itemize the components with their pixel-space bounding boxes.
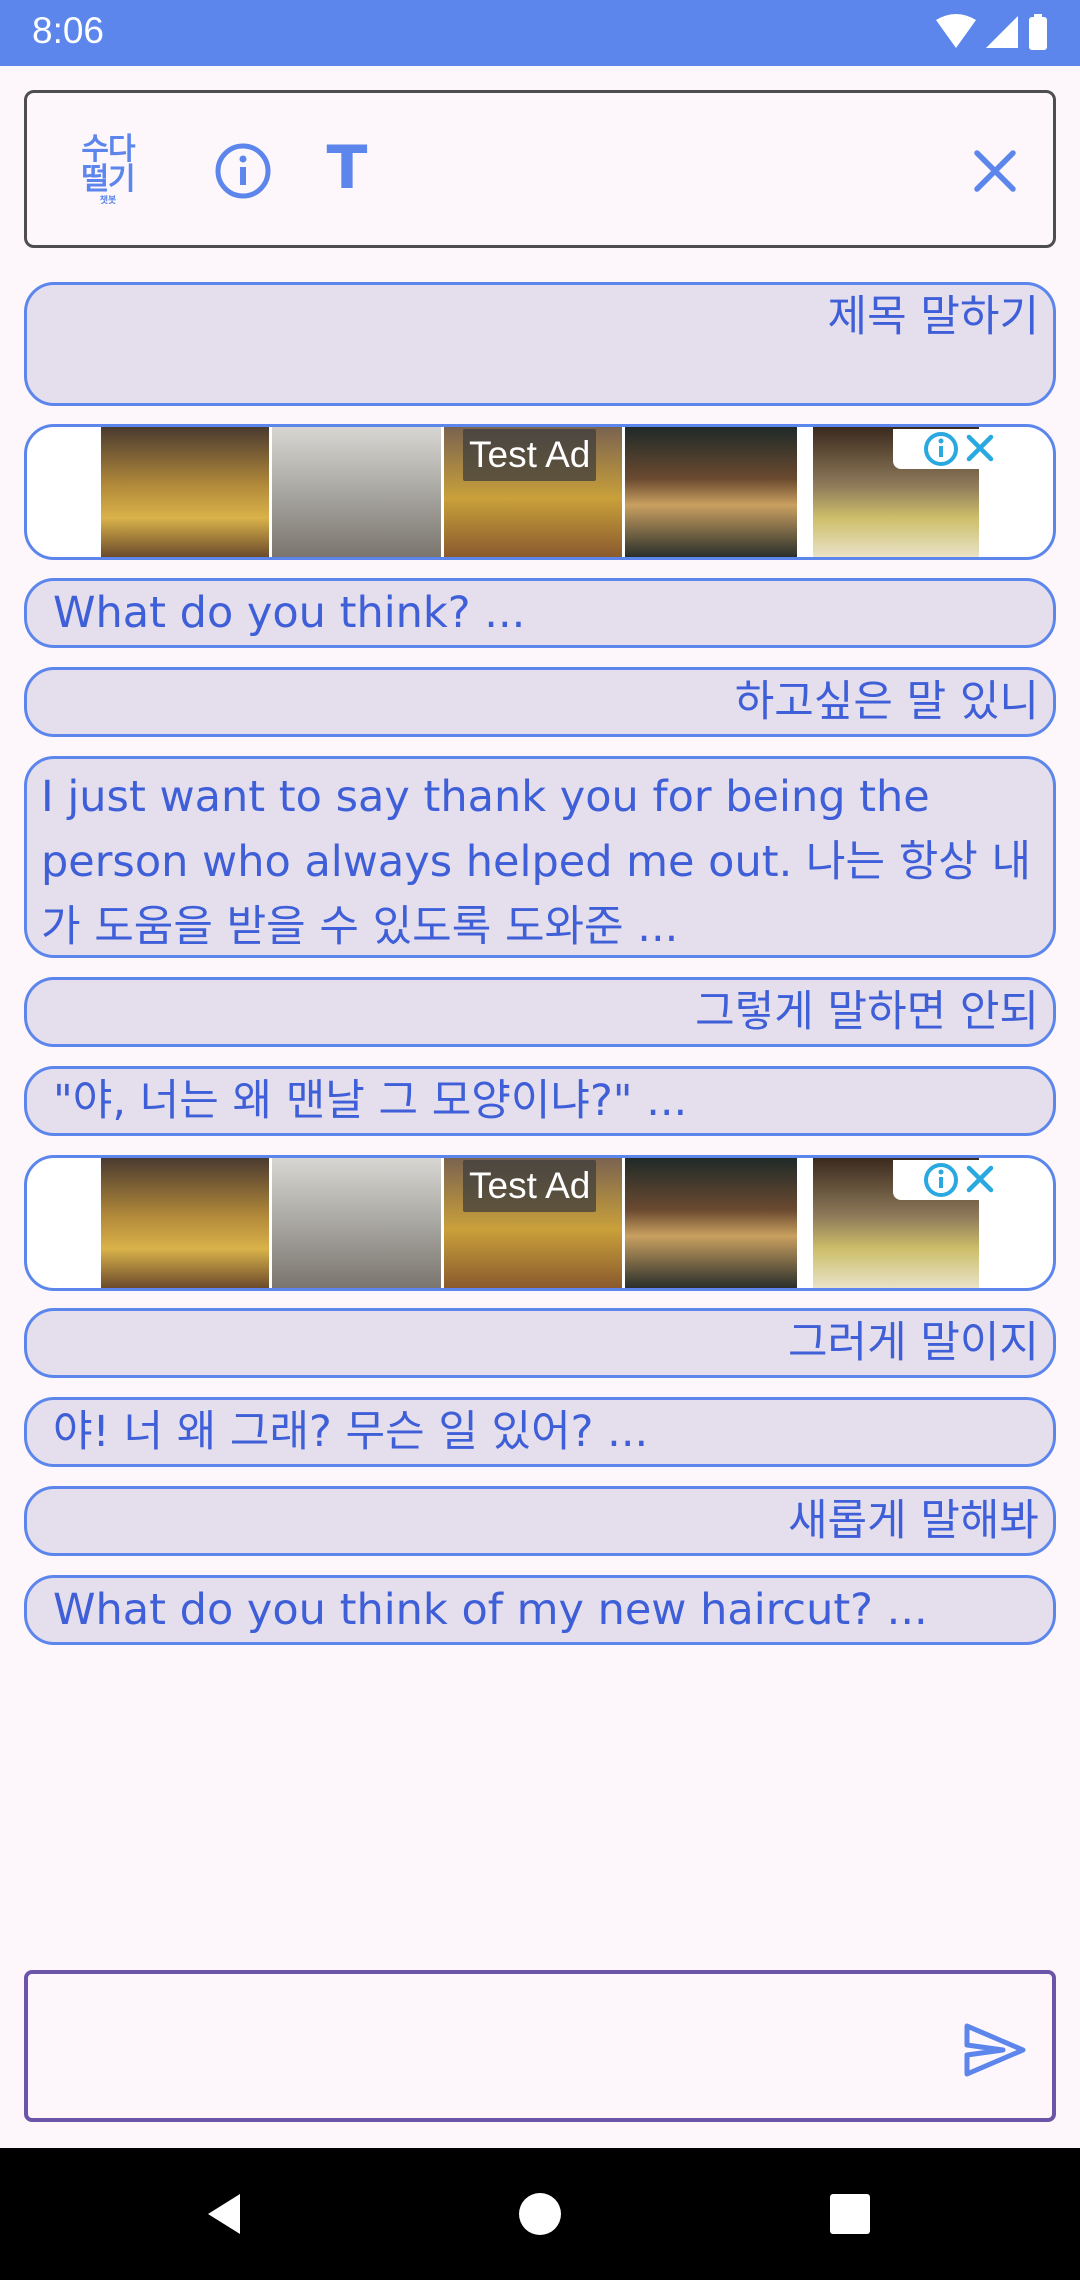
send-icon bbox=[964, 2023, 1026, 2077]
ad-image bbox=[101, 1158, 269, 1288]
system-nav-bar bbox=[0, 2148, 1080, 2280]
ad-image bbox=[625, 1158, 797, 1288]
message-bubble[interactable]: What do you think? ... bbox=[24, 578, 1056, 648]
ad-image bbox=[101, 427, 269, 557]
message-text: What do you think? ... bbox=[53, 588, 526, 638]
ad-close-icon[interactable] bbox=[966, 1165, 994, 1193]
message-text: 그렇게 말하면 안되 bbox=[695, 987, 1039, 1037]
message-bubble[interactable]: 그러게 말이지 bbox=[24, 1308, 1056, 1378]
font-size-button[interactable]: T bbox=[317, 133, 377, 203]
app-logo[interactable]: 수다 떨기 챗봇 bbox=[73, 135, 143, 206]
message-input[interactable] bbox=[46, 1994, 946, 2102]
close-button[interactable] bbox=[967, 143, 1023, 199]
adchoices-info-icon[interactable] bbox=[924, 1163, 958, 1197]
message-bubble[interactable]: 하고싶은 말 있니 bbox=[24, 667, 1056, 737]
message-text: 제목 말하기 bbox=[827, 292, 1039, 342]
message-text: 그러게 말이지 bbox=[787, 1318, 1039, 1368]
adchoices-info-icon[interactable] bbox=[924, 432, 958, 466]
ad-image-gap bbox=[800, 427, 810, 557]
message-bubble[interactable]: What do you think of my new haircut? ... bbox=[24, 1575, 1056, 1645]
ad-image-gap bbox=[800, 1158, 810, 1288]
recents-icon bbox=[830, 2194, 870, 2234]
ad-label: Test Ad bbox=[463, 1160, 597, 1212]
logo-text-line2: 떨기 bbox=[81, 162, 135, 197]
top-toolbar: 수다 떨기 챗봇 T bbox=[24, 90, 1056, 248]
back-icon bbox=[208, 2194, 240, 2234]
message-text: What do you think of my new haircut? ... bbox=[53, 1585, 928, 1635]
ad-label: Test Ad bbox=[463, 429, 597, 481]
ad-image bbox=[272, 427, 441, 557]
message-bubble[interactable]: "야, 너는 왜 맨날 그 모양이냐?" ... bbox=[24, 1066, 1056, 1136]
message-bubble[interactable]: 야! 너 왜 그래? 무슨 일 있어? ... bbox=[24, 1397, 1056, 1467]
message-text: 야! 너 왜 그래? 무슨 일 있어? ... bbox=[53, 1407, 649, 1457]
logo-text-line1: 수다 bbox=[81, 132, 135, 167]
home-icon bbox=[519, 2193, 561, 2235]
status-time: 8:06 bbox=[32, 10, 105, 51]
close-icon bbox=[974, 150, 1016, 192]
info-button[interactable] bbox=[213, 141, 273, 201]
message-bubble[interactable]: 그렇게 말하면 안되 bbox=[24, 977, 1056, 1047]
signal-icon bbox=[986, 16, 1018, 48]
ad-badges bbox=[893, 1160, 1001, 1200]
recents-button[interactable] bbox=[826, 2190, 874, 2238]
ad-image bbox=[272, 1158, 441, 1288]
message-bubble[interactable]: I just want to say thank you for being t… bbox=[24, 756, 1056, 958]
send-button[interactable] bbox=[963, 2022, 1027, 2078]
ad-banner[interactable]: Test Ad bbox=[24, 1155, 1056, 1291]
message-text: 하고싶은 말 있니 bbox=[734, 677, 1039, 727]
battery-icon bbox=[1029, 14, 1047, 50]
status-bar: 8:06 bbox=[0, 0, 1080, 66]
info-icon bbox=[215, 143, 271, 199]
message-bubble[interactable]: 제목 말하기 bbox=[24, 282, 1056, 406]
message-text: "야, 너는 왜 맨날 그 모양이냐?" ... bbox=[53, 1076, 688, 1126]
ad-image bbox=[625, 427, 797, 557]
ad-close-icon[interactable] bbox=[966, 434, 994, 462]
home-button[interactable] bbox=[516, 2190, 564, 2238]
ad-badges bbox=[893, 429, 1001, 469]
message-text: I just want to say thank you for being t… bbox=[41, 772, 1032, 952]
status-icons bbox=[934, 12, 1058, 54]
message-bubble[interactable]: 새롭게 말해봐 bbox=[24, 1486, 1056, 1556]
message-composer bbox=[24, 1970, 1056, 2122]
ad-banner[interactable]: Test Ad bbox=[24, 424, 1056, 560]
logo-text-small: 챗봇 bbox=[99, 196, 117, 206]
wifi-icon bbox=[936, 14, 976, 48]
back-button[interactable] bbox=[202, 2190, 250, 2238]
message-text: 새롭게 말해봐 bbox=[787, 1496, 1039, 1546]
